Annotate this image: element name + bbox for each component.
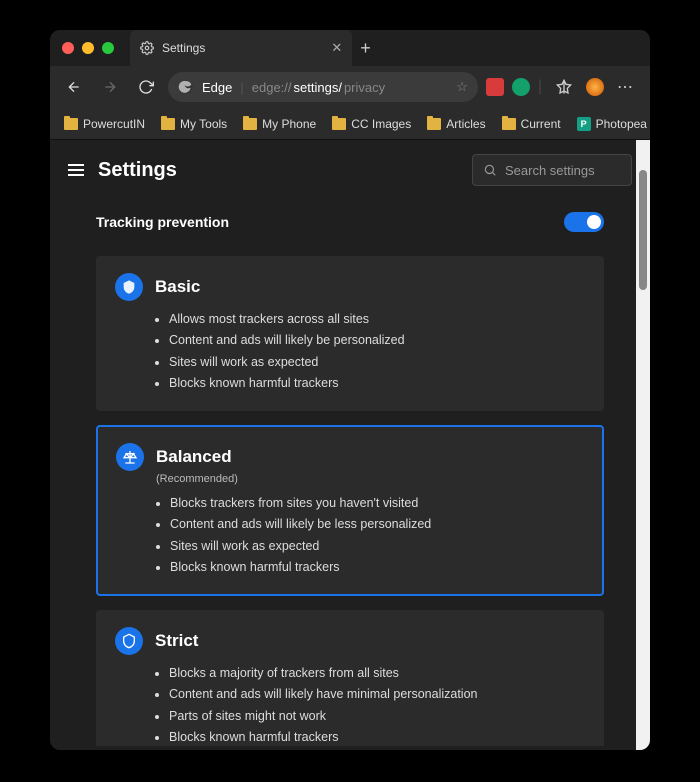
bookmarks-bar: PowercutIN My Tools My Phone CC Images A… bbox=[50, 108, 650, 140]
bookmark-item[interactable]: P Photopea bbox=[571, 114, 650, 134]
option-bullet: Content and ads will likely be less pers… bbox=[170, 514, 584, 535]
settings-content: Settings Search settings Tracking preven… bbox=[50, 140, 650, 750]
option-bullet: Content and ads will likely have minimal… bbox=[169, 684, 585, 705]
favorites-button[interactable] bbox=[550, 73, 578, 101]
folder-icon bbox=[502, 118, 516, 130]
bookmark-label: Photopea bbox=[596, 117, 647, 131]
bookmark-item[interactable]: CC Images bbox=[326, 114, 417, 134]
bookmark-item[interactable]: Current bbox=[496, 114, 567, 134]
search-icon bbox=[483, 163, 497, 177]
bookmark-item[interactable]: My Tools bbox=[155, 114, 233, 134]
option-bullet: Blocks a majority of trackers from all s… bbox=[169, 663, 585, 684]
extension-1-icon[interactable] bbox=[486, 78, 504, 96]
tracking-option-strict[interactable]: Strict Blocks a majority of trackers fro… bbox=[96, 610, 604, 746]
folder-icon bbox=[427, 118, 441, 130]
hamburger-menu-button[interactable] bbox=[68, 164, 84, 176]
settings-header: Settings Search settings bbox=[50, 140, 650, 200]
menu-button[interactable]: ⋯ bbox=[612, 73, 640, 101]
minimize-window-button[interactable] bbox=[82, 42, 94, 54]
option-bullet: Blocks known harmful trackers bbox=[169, 373, 585, 394]
forward-button[interactable] bbox=[96, 73, 124, 101]
option-title: Balanced bbox=[156, 447, 232, 467]
option-bullet: Allows most trackers across all sites bbox=[169, 309, 585, 330]
folder-icon bbox=[64, 118, 78, 130]
browser-window: Settings ✕ + Edge | edge://settings/priv… bbox=[50, 30, 650, 750]
browser-tab[interactable]: Settings ✕ bbox=[130, 30, 352, 66]
toolbar: Edge | edge://settings/privacy ☆ | ⋯ bbox=[50, 66, 650, 108]
option-bullet: Sites will work as expected bbox=[169, 352, 585, 373]
bookmark-label: Articles bbox=[446, 117, 485, 131]
search-input[interactable]: Search settings bbox=[472, 154, 632, 186]
bookmark-label: PowercutIN bbox=[83, 117, 145, 131]
photopea-icon: P bbox=[577, 117, 591, 131]
bookmark-item[interactable]: PowercutIN bbox=[58, 114, 151, 134]
settings-body: Tracking prevention Basic Allows most tr… bbox=[50, 200, 650, 746]
tracking-toggle[interactable] bbox=[564, 212, 604, 232]
favorite-icon[interactable]: ☆ bbox=[456, 79, 468, 95]
folder-icon bbox=[243, 118, 257, 130]
section-title: Tracking prevention bbox=[96, 214, 229, 230]
option-title: Basic bbox=[155, 277, 200, 297]
tracking-prevention-header: Tracking prevention bbox=[96, 200, 604, 244]
option-bullet: Blocks known harmful trackers bbox=[170, 557, 584, 578]
maximize-window-button[interactable] bbox=[102, 42, 114, 54]
scrollbar-thumb[interactable] bbox=[639, 170, 647, 290]
address-url-path: settings/ bbox=[294, 80, 342, 95]
address-browser-label: Edge bbox=[202, 80, 232, 95]
option-bullet: Content and ads will likely be personali… bbox=[169, 330, 585, 351]
tab-title: Settings bbox=[162, 41, 205, 55]
close-window-button[interactable] bbox=[62, 42, 74, 54]
tracking-option-basic[interactable]: Basic Allows most trackers across all si… bbox=[96, 256, 604, 411]
option-bullet: Blocks known harmful trackers bbox=[169, 727, 585, 746]
search-placeholder: Search settings bbox=[505, 163, 595, 178]
bookmark-item[interactable]: Articles bbox=[421, 114, 491, 134]
address-url-prefix: edge:// bbox=[252, 80, 292, 95]
option-title: Strict bbox=[155, 631, 198, 651]
window-controls bbox=[62, 42, 114, 54]
folder-icon bbox=[161, 118, 175, 130]
close-tab-icon[interactable]: ✕ bbox=[331, 40, 342, 56]
shield-icon bbox=[115, 627, 143, 655]
address-bar[interactable]: Edge | edge://settings/privacy ☆ bbox=[168, 72, 478, 102]
refresh-button[interactable] bbox=[132, 73, 160, 101]
option-bullet: Parts of sites might not work bbox=[169, 706, 585, 727]
recommended-label: (Recommended) bbox=[156, 473, 584, 485]
bookmark-label: Current bbox=[521, 117, 561, 131]
edge-logo-icon bbox=[178, 79, 194, 95]
bookmark-item[interactable]: My Phone bbox=[237, 114, 322, 134]
balance-icon bbox=[116, 443, 144, 471]
bookmark-label: My Phone bbox=[262, 117, 316, 131]
option-bullet: Sites will work as expected bbox=[170, 536, 584, 557]
titlebar: Settings ✕ + bbox=[50, 30, 650, 66]
basic-icon bbox=[115, 273, 143, 301]
option-bullet: Blocks trackers from sites you haven't v… bbox=[170, 493, 584, 514]
tracking-option-balanced[interactable]: Balanced (Recommended) Blocks trackers f… bbox=[96, 425, 604, 596]
address-url-page: privacy bbox=[344, 80, 385, 95]
page-title: Settings bbox=[98, 159, 177, 182]
folder-icon bbox=[332, 118, 346, 130]
bookmark-label: My Tools bbox=[180, 117, 227, 131]
bookmark-label: CC Images bbox=[351, 117, 411, 131]
extension-2-icon[interactable] bbox=[512, 78, 530, 96]
profile-avatar[interactable] bbox=[586, 78, 604, 96]
new-tab-button[interactable]: + bbox=[360, 38, 371, 59]
back-button[interactable] bbox=[60, 73, 88, 101]
gear-icon bbox=[140, 41, 154, 55]
